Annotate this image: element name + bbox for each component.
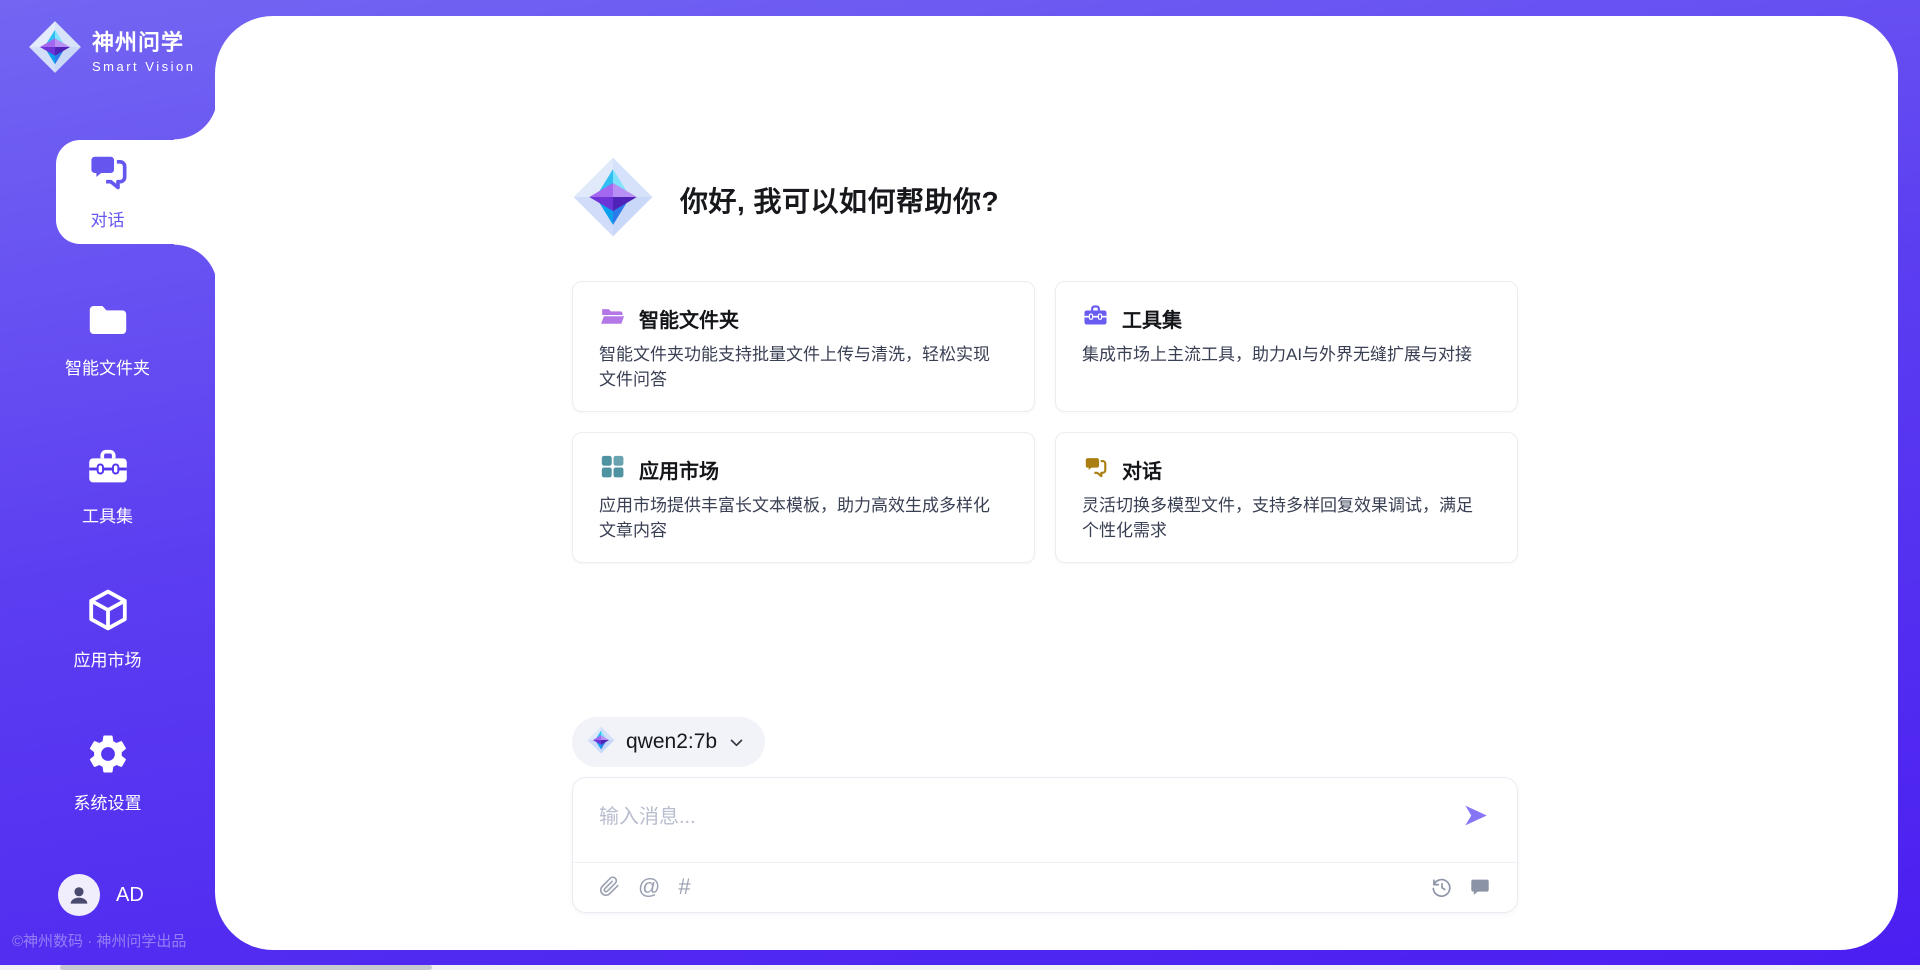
card-smart-folder[interactable]: 智能文件夹 智能文件夹功能支持批量文件上传与清洗，轻松实现文件问答: [572, 281, 1035, 412]
brand-name: 神州问学: [92, 25, 195, 57]
folder-open-icon: [599, 302, 626, 334]
toolbox-icon: [1082, 302, 1109, 334]
sidebar: 神州问学 Smart Vision 对话 智能文件夹: [0, 0, 215, 970]
copyright-footer: ©神州数码 · 神州问学出品: [12, 930, 186, 951]
sidebar-item-label: 对话: [91, 206, 125, 231]
feature-cards: 智能文件夹 智能文件夹功能支持批量文件上传与清洗，轻松实现文件问答 工具集 集成…: [572, 281, 1518, 563]
sidebar-item-smart-folder[interactable]: 智能文件夹: [0, 296, 215, 379]
sidebar-item-app-market[interactable]: 应用市场: [0, 586, 215, 671]
card-description: 智能文件夹功能支持批量文件上传与清洗，轻松实现文件问答: [599, 343, 1006, 392]
card-chat[interactable]: 对话 灵活切换多模型文件，支持多样回复效果调试，满足个性化需求: [1055, 432, 1518, 563]
composer-toolbar: @ #: [573, 861, 1517, 912]
card-title: 对话: [1122, 455, 1162, 484]
model-name: qwen2:7b: [626, 730, 717, 754]
sidebar-item-settings[interactable]: 系统设置: [0, 731, 215, 814]
brand-subtitle: Smart Vision: [92, 59, 195, 74]
card-description: 集成市场上主流工具，助力AI与外界无缝扩展与对接: [1082, 343, 1489, 368]
at-icon[interactable]: @: [638, 876, 660, 898]
folder-icon: [85, 296, 131, 347]
card-title: 应用市场: [639, 455, 719, 484]
sidebar-item-label: 系统设置: [74, 789, 142, 814]
sidebar-item-toolset[interactable]: 工具集: [0, 444, 215, 527]
sidebar-item-chat[interactable]: 对话: [0, 148, 215, 231]
sidebar-item-label: 应用市场: [74, 646, 142, 671]
chat-icon: [1082, 453, 1109, 485]
hero: 你好, 我可以如何帮助你?: [572, 156, 1518, 243]
message-composer: @ #: [572, 777, 1518, 913]
grid-icon: [599, 453, 626, 485]
horizontal-scrollbar[interactable]: [0, 965, 1920, 970]
scrollbar-thumb[interactable]: [60, 965, 432, 970]
history-icon[interactable]: [1431, 876, 1453, 898]
card-title: 智能文件夹: [639, 304, 739, 333]
user-initials: AD: [116, 884, 144, 907]
brand-diamond-icon: [28, 20, 82, 79]
card-title: 工具集: [1122, 304, 1182, 333]
user-account[interactable]: AD: [58, 874, 144, 916]
comment-icon[interactable]: [1469, 876, 1491, 898]
brand-logo: 神州问学 Smart Vision: [28, 20, 195, 79]
toolbox-icon: [85, 444, 131, 495]
hash-icon[interactable]: #: [678, 876, 690, 898]
model-selector[interactable]: qwen2:7b: [572, 717, 765, 767]
card-toolset[interactable]: 工具集 集成市场上主流工具，助力AI与外界无缝扩展与对接: [1055, 281, 1518, 412]
card-description: 应用市场提供丰富长文本模板，助力高效生成多样化文章内容: [599, 494, 1006, 543]
main-content: 你好, 我可以如何帮助你? 智能文件夹 智能文件夹功能支持批量文件上传与清洗，轻…: [572, 16, 1518, 913]
cube-icon: [84, 586, 132, 639]
message-input[interactable]: [573, 778, 1517, 860]
sidebar-item-label: 智能文件夹: [65, 354, 150, 379]
model-diamond-icon: [587, 726, 615, 759]
card-description: 灵活切换多模型文件，支持多样回复效果调试，满足个性化需求: [1082, 494, 1489, 543]
sidebar-item-label: 工具集: [82, 502, 133, 527]
chat-icon: [85, 148, 131, 199]
gear-icon: [85, 731, 131, 782]
greeting-title: 你好, 我可以如何帮助你?: [680, 180, 999, 220]
paperclip-icon[interactable]: [599, 876, 620, 897]
person-icon: [66, 882, 92, 908]
hero-diamond-icon: [572, 156, 654, 243]
avatar: [58, 874, 100, 916]
chevron-down-icon: [728, 734, 745, 751]
send-icon[interactable]: [1462, 802, 1489, 834]
card-app-market[interactable]: 应用市场 应用市场提供丰富长文本模板，助力高效生成多样化文章内容: [572, 432, 1035, 563]
